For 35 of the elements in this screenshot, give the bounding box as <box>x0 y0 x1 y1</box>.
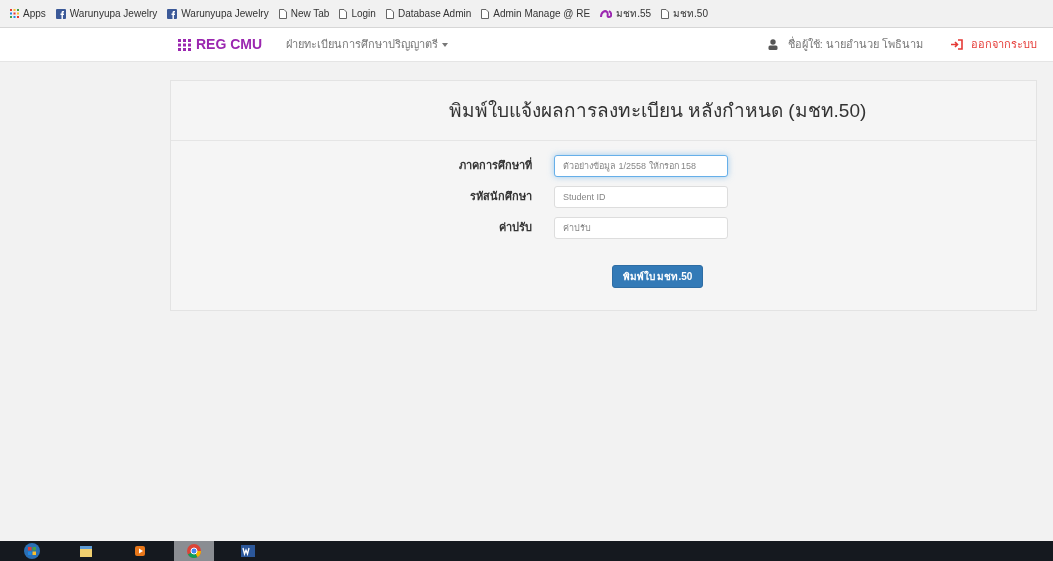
start-icon <box>23 542 41 560</box>
bookmark-link[interactable]: Login <box>339 6 376 21</box>
grid-icon <box>178 38 192 51</box>
bookmark-link[interactable]: Admin Manage @ RE <box>481 6 591 21</box>
facebook-icon <box>55 8 66 19</box>
facebook-icon <box>167 8 178 19</box>
field-label: รหัสนักศึกษา <box>469 189 533 205</box>
page-icon <box>278 8 287 19</box>
page-icon <box>481 8 490 19</box>
bookmark-link[interactable]: New Tab <box>278 6 330 21</box>
input-field[interactable]: ตัวอย่างข้อมูล 1/2558 ให้กรอก 158 <box>554 154 728 177</box>
field-label: ภาคการศึกษาที่ <box>458 157 533 174</box>
user-name: ชื่อผู้ใช้: นายอำนวย โพธินาม <box>787 36 923 53</box>
bookmark-link[interactable]: Database Admin <box>385 6 472 21</box>
print-button[interactable]: พิมพ์ใบ มชท.50 <box>611 264 704 288</box>
browser-icon <box>185 542 203 560</box>
page-title: พิมพ์ใบแจ้งผลการลงทะเบียน หลังกำหนด (มชท.50) <box>171 81 1036 141</box>
bookmark-link[interactable]: Apps <box>10 6 46 21</box>
user-icon <box>767 39 778 50</box>
menu-dropdown[interactable]: ฝ่ายทะเบียนการศึกษาปริญญาตรี <box>286 36 449 53</box>
bookmark-link[interactable]: มชท.55 <box>600 6 652 21</box>
logout-icon <box>951 39 963 50</box>
grid-icon <box>10 9 19 18</box>
caret-icon <box>442 42 449 47</box>
word-icon <box>239 542 257 560</box>
page-icon <box>661 8 670 19</box>
page-icon <box>339 8 348 19</box>
page-icon <box>385 8 394 19</box>
bookmark-link[interactable]: Warunyupa Jewelry <box>167 6 269 21</box>
bookmark-link[interactable]: มชท.50 <box>661 6 708 21</box>
logo-icon <box>600 8 613 19</box>
bookmark-link[interactable]: Warunyupa Jewelry <box>55 6 158 21</box>
field-label: ค่าปรับ <box>498 220 533 236</box>
logout-link[interactable]: ออกจากระบบ <box>971 36 1037 53</box>
brand-link[interactable]: REG CMU <box>196 34 263 55</box>
